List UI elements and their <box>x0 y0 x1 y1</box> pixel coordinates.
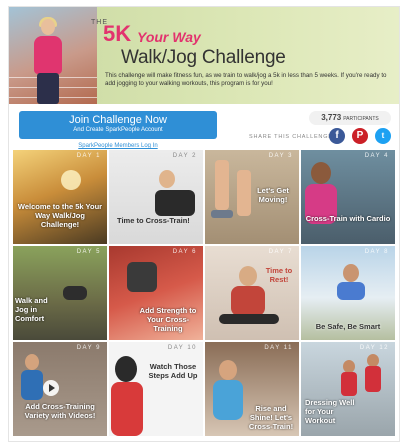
day-label: DAY 6 <box>172 249 197 255</box>
day-tile-8[interactable]: DAY 8 Be Safe, Be Smart <box>301 246 395 340</box>
day-tile-1[interactable]: DAY 1 Welcome to the 5k Your Way Walk/Jo… <box>13 150 107 244</box>
day-tile-5[interactable]: DAY 5 Walk and Jog in Comfort <box>13 246 107 340</box>
day-label: DAY 12 <box>359 345 389 351</box>
day-label: DAY 1 <box>76 153 101 159</box>
day-tile-10[interactable]: DAY 10 Watch Those Steps Add Up <box>109 342 203 436</box>
day-label: DAY 10 <box>167 345 197 351</box>
day-tile-7[interactable]: DAY 7 Time to Rest! <box>205 246 299 340</box>
play-video-icon[interactable] <box>43 380 59 396</box>
tile-caption: Walk and Jog in Comfort <box>15 296 48 323</box>
tile-caption: Rise and Shine! Let's Cross-Train! <box>248 404 294 431</box>
tile-caption: Be Safe, Be Smart <box>315 322 381 331</box>
pinterest-share-icon[interactable]: P <box>352 128 368 144</box>
banner-title: Walk/Jog Challenge <box>121 47 286 68</box>
day-tile-4[interactable]: DAY 4 Cross-Train with Cardio <box>301 150 395 244</box>
day-tile-12[interactable]: DAY 12 Dressing Well for Your Workout <box>301 342 395 436</box>
tile-caption: Watch Those Steps Add Up <box>148 362 198 380</box>
tile-caption: Time to Cross-Train! <box>117 216 190 225</box>
day-tile-6[interactable]: DAY 6 Add Strength to Your Cross-Trainin… <box>109 246 203 340</box>
share-label: SHARE THIS CHALLENGE <box>249 134 333 140</box>
tile-caption: Let's Get Moving! <box>257 186 289 204</box>
join-button-title: Join Challenge Now <box>69 114 167 126</box>
banner-5k: 5K <box>103 21 132 46</box>
day-label: DAY 11 <box>264 345 293 351</box>
banner-your-way: Your Way <box>137 29 201 45</box>
join-button-subtitle: And Create SparkPeople Account <box>73 127 163 133</box>
participants-badge: 3,773 PARTICIPANTS <box>309 111 391 125</box>
day-label: DAY 3 <box>268 153 293 159</box>
tile-caption: Add Strength to Your Cross-Training <box>139 306 197 333</box>
day-tile-11[interactable]: DAY 11 Rise and Shine! Let's Cross-Train… <box>205 342 299 436</box>
tile-caption: Welcome to the 5k Your Way Walk/Jog Chal… <box>17 202 103 229</box>
challenge-page: THE 5K Your Way Walk/Jog Challenge This … <box>8 6 400 442</box>
participants-count: 3,773 <box>321 113 342 122</box>
tile-caption: Cross-Train with Cardio <box>305 214 391 223</box>
day-tile-3[interactable]: DAY 3 Let's Get Moving! <box>205 150 299 244</box>
day-label: DAY 9 <box>76 345 101 351</box>
twitter-share-icon[interactable]: t <box>375 128 391 144</box>
tile-caption: Add Cross-Training Variety with Videos! <box>24 402 96 420</box>
challenge-banner: THE 5K Your Way Walk/Jog Challenge This … <box>9 7 399 104</box>
day-label: DAY 7 <box>268 249 293 255</box>
tile-caption: Dressing Well for Your Workout <box>305 398 355 425</box>
members-login-link[interactable]: SparkPeople Members Log In <box>19 143 217 149</box>
day-label: DAY 4 <box>364 153 389 159</box>
participants-label: PARTICIPANTS <box>343 116 379 122</box>
runner-photo <box>9 7 97 104</box>
day-tile-2[interactable]: DAY 2 Time to Cross-Train! <box>109 150 203 244</box>
banner-description: This challenge will make fitness fun, as… <box>105 72 387 87</box>
day-label: DAY 5 <box>76 249 101 255</box>
facebook-share-icon[interactable]: f <box>329 128 345 144</box>
tile-caption: Time to Rest! <box>265 266 293 284</box>
day-tile-9[interactable]: DAY 9 Add Cross-Training Variety with Vi… <box>13 342 107 436</box>
join-challenge-button[interactable]: Join Challenge Now And Create SparkPeopl… <box>19 111 217 139</box>
day-label: DAY 2 <box>172 153 197 159</box>
day-label: DAY 8 <box>364 249 389 255</box>
day-tiles-grid: DAY 1 Welcome to the 5k Your Way Walk/Jo… <box>13 150 397 438</box>
